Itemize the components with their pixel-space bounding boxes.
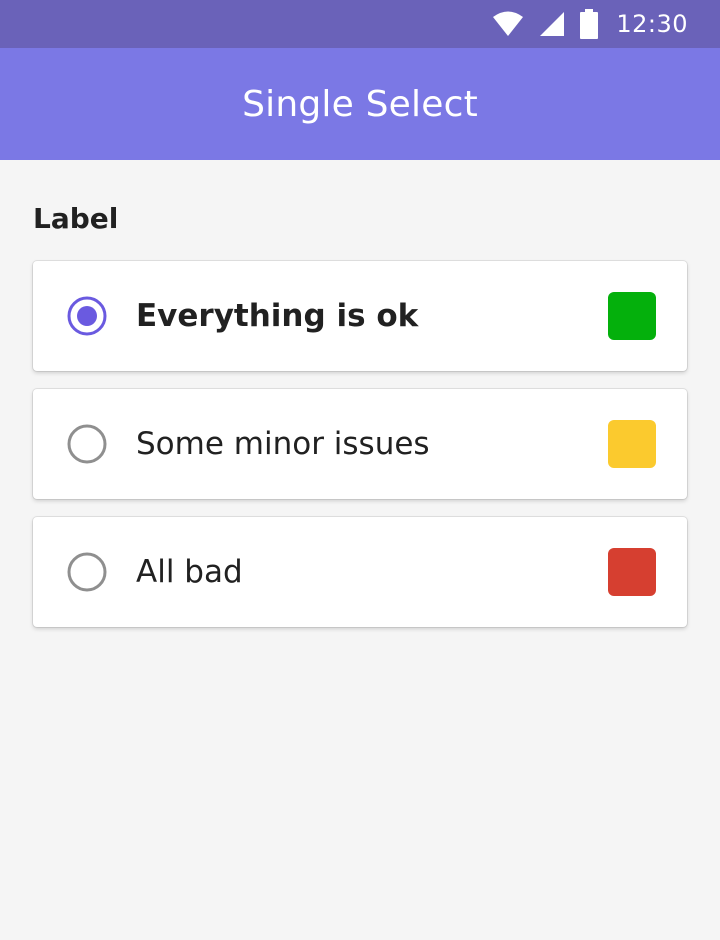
cell-signal-icon	[538, 10, 566, 38]
status-icons: 12:30	[492, 0, 688, 48]
status-color-swatch	[608, 292, 656, 340]
radio-selected-icon[interactable]	[67, 296, 107, 336]
field-label: Label	[33, 202, 119, 235]
radio-unselected-icon[interactable]	[67, 424, 107, 464]
status-bar: 12:30	[0, 0, 720, 48]
status-color-swatch	[608, 420, 656, 468]
option-minor-issues[interactable]: Some minor issues	[33, 389, 687, 499]
option-label: Some minor issues	[136, 426, 430, 462]
option-everything-ok[interactable]: Everything is ok	[33, 261, 687, 371]
option-label: All bad	[136, 554, 243, 590]
app-bar: Single Select	[0, 48, 720, 160]
option-label: Everything is ok	[136, 298, 419, 334]
option-all-bad[interactable]: All bad	[33, 517, 687, 627]
battery-icon	[580, 9, 599, 39]
status-color-swatch	[608, 548, 656, 596]
status-time: 12:30	[616, 10, 688, 38]
page-title: Single Select	[242, 83, 478, 125]
single-select-group: Everything is ok Some minor issues All b…	[33, 261, 687, 645]
radio-unselected-icon[interactable]	[67, 552, 107, 592]
wifi-icon	[492, 11, 524, 37]
